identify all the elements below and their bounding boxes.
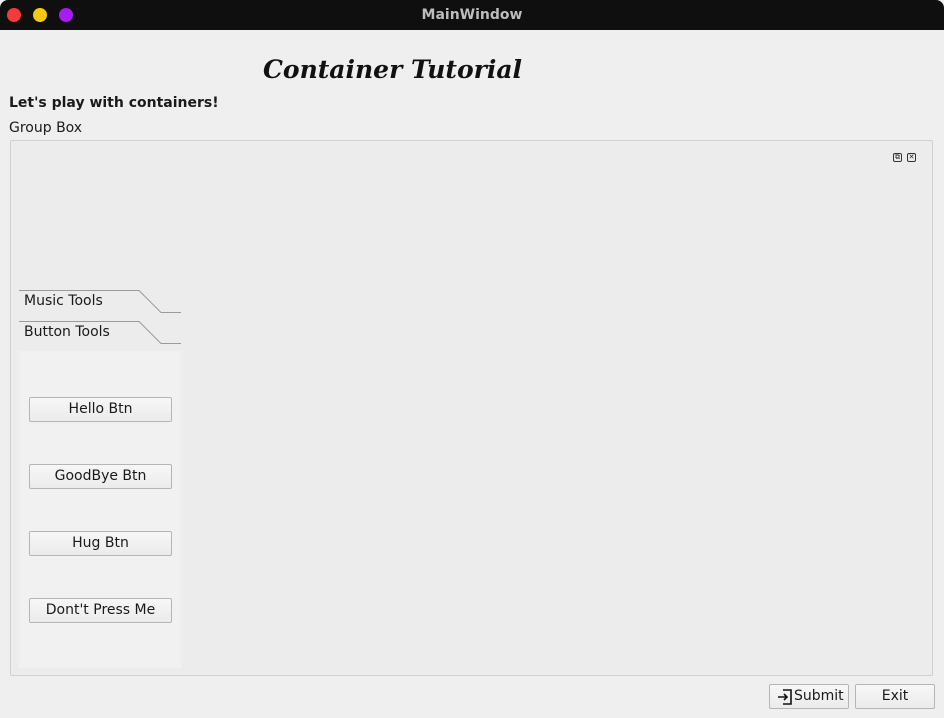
submit-label: Submit — [794, 688, 844, 704]
tab-label: Music Tools — [24, 293, 103, 309]
tab-music-tools[interactable]: Music Tools — [19, 290, 181, 314]
hug-button[interactable]: Hug Btn — [29, 531, 172, 556]
goodbye-button[interactable]: GoodBye Btn — [29, 464, 172, 489]
tab-button-tools[interactable]: Button Tools — [19, 321, 181, 345]
page-title: Container Tutorial — [263, 55, 523, 84]
float-icon[interactable]: ⧉ — [893, 153, 902, 162]
tab-label: Button Tools — [24, 324, 110, 340]
exit-button[interactable]: Exit — [855, 684, 935, 709]
submit-button[interactable]: Submit — [769, 684, 849, 709]
button-tools-page: Hello Btn GoodBye Btn Hug Btn Dont't Pre… — [19, 351, 181, 668]
dont-press-me-button[interactable]: Dont't Press Me — [29, 598, 172, 623]
page-subtitle: Let's play with containers! — [9, 95, 219, 111]
group-box: ⧉ ✕ Music Tools Button Tools Hello Btn G… — [10, 140, 933, 676]
close-icon[interactable]: ✕ — [907, 153, 916, 162]
title-bar: MainWindow — [0, 0, 944, 30]
hello-button[interactable]: Hello Btn — [29, 397, 172, 422]
window-title: MainWindow — [421, 7, 523, 23]
group-box-title: Group Box — [9, 120, 83, 136]
enter-icon — [778, 689, 792, 705]
